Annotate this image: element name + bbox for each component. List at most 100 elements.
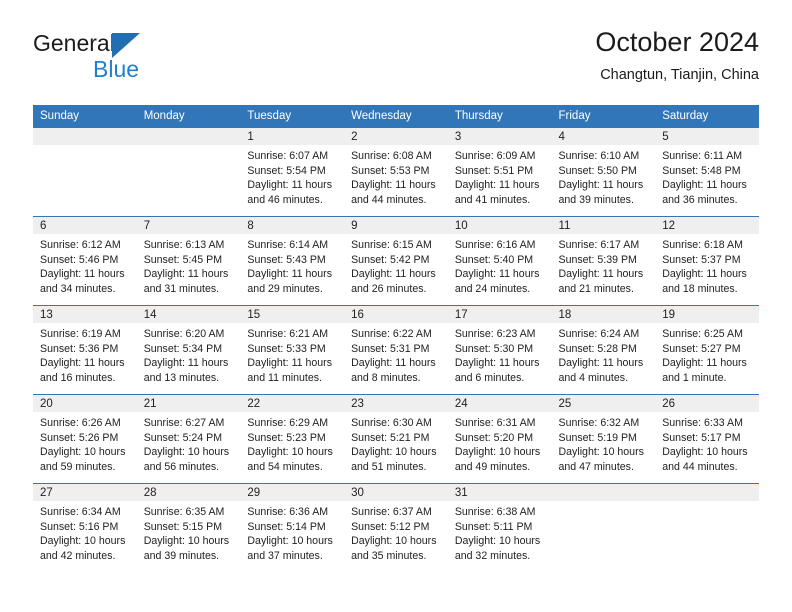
day-number: 29 xyxy=(240,484,345,501)
weekday-header-saturday: Saturday xyxy=(655,105,759,128)
calendar-day-cell[interactable]: 8 Sunrise: 6:14 AM Sunset: 5:43 PM Daylight… xyxy=(240,216,345,306)
sunset-text: Sunset: 5:43 PM xyxy=(247,253,326,266)
calendar-day-cell[interactable]: 4 Sunrise: 6:10 AM Sunset: 5:50 PM Daylight… xyxy=(551,127,656,217)
calendar-day-cell[interactable]: 9 Sunrise: 6:15 AM Sunset: 5:42 PM Daylight… xyxy=(344,216,448,306)
daylight-text: Daylight: 11 hours and 39 minutes. xyxy=(558,179,644,206)
calendar-day-cell[interactable]: 27 Sunrise: 6:34 AM Sunset: 5:16 PM Dayligh… xyxy=(33,483,137,573)
day-details: Sunrise: 6:11 AM Sunset: 5:48 PM Daylight:… xyxy=(655,145,759,207)
daylight-text: Daylight: 10 hours and 49 minutes. xyxy=(454,446,541,473)
calendar-day-cell[interactable]: 11 Sunrise: 6:17 AM Sunset: 5:39 PM Dayligh… xyxy=(551,216,656,306)
calendar-day-cell[interactable]: 19 Sunrise: 6:25 AM Sunset: 5:27 PM Dayligh… xyxy=(655,305,759,395)
calendar-day-cell[interactable]: 22 Sunrise: 6:29 AM Sunset: 5:23 PM Dayligh… xyxy=(240,394,345,484)
daylight-text: Daylight: 10 hours and 42 minutes. xyxy=(40,535,126,562)
daylight-text: Daylight: 11 hours and 31 minutes. xyxy=(143,268,229,295)
calendar-day-cell[interactable]: 17 Sunrise: 6:23 AM Sunset: 5:30 PM Dayligh… xyxy=(447,305,552,395)
calendar-day-cell[interactable]: 28 Sunrise: 6:35 AM Sunset: 5:15 PM Dayligh… xyxy=(136,483,241,573)
day-number: 10 xyxy=(447,217,552,234)
daylight-text: Daylight: 11 hours and 18 minutes. xyxy=(662,268,747,295)
day-number: 27 xyxy=(33,484,137,501)
day-details: Sunrise: 6:25 AM Sunset: 5:27 PM Daylight:… xyxy=(655,323,759,385)
sunrise-text: Sunrise: 6:10 AM xyxy=(558,150,640,162)
day-number: 30 xyxy=(344,484,448,501)
daylight-text: Daylight: 11 hours and 21 minutes. xyxy=(558,268,644,295)
sunrise-text: Sunrise: 6:32 AM xyxy=(558,417,640,429)
weekday-header-monday: Monday xyxy=(136,105,241,128)
day-number: 11 xyxy=(551,217,656,234)
calendar-day-cell[interactable]: 10 Sunrise: 6:16 AM Sunset: 5:40 PM Dayligh… xyxy=(447,216,552,306)
sunrise-text: Sunrise: 6:08 AM xyxy=(351,150,432,162)
calendar-day-cell[interactable]: 16 Sunrise: 6:22 AM Sunset: 5:31 PM Dayligh… xyxy=(344,305,448,395)
day-number xyxy=(655,484,759,501)
day-number: 20 xyxy=(33,395,137,412)
calendar-day-cell[interactable]: 31 Sunrise: 6:38 AM Sunset: 5:11 PM Dayligh… xyxy=(447,483,552,573)
calendar-day-cell[interactable]: 24 Sunrise: 6:31 AM Sunset: 5:20 PM Dayligh… xyxy=(447,394,552,484)
sunset-text: Sunset: 5:19 PM xyxy=(558,431,637,444)
sunrise-text: Sunrise: 6:33 AM xyxy=(662,417,743,429)
sunset-text: Sunset: 5:40 PM xyxy=(454,253,534,266)
day-details: Sunrise: 6:07 AM Sunset: 5:54 PM Daylight:… xyxy=(240,145,344,207)
day-details: Sunrise: 6:20 AM Sunset: 5:34 PM Daylight:… xyxy=(137,323,241,385)
day-details: Sunrise: 6:24 AM Sunset: 5:28 PM Daylight:… xyxy=(552,323,656,385)
calendar-day-cell[interactable]: 21 Sunrise: 6:27 AM Sunset: 5:24 PM Dayligh… xyxy=(136,394,241,484)
sunrise-text: Sunrise: 6:12 AM xyxy=(40,239,121,251)
calendar-day-cell-empty xyxy=(136,127,241,217)
sunset-text: Sunset: 5:30 PM xyxy=(454,342,534,355)
calendar-day-cell[interactable]: 5 Sunrise: 6:11 AM Sunset: 5:48 PM Daylight… xyxy=(655,127,759,217)
sunrise-text: Sunrise: 6:22 AM xyxy=(351,328,432,340)
day-details: Sunrise: 6:33 AM Sunset: 5:17 PM Daylight:… xyxy=(655,412,759,474)
daylight-text: Daylight: 11 hours and 29 minutes. xyxy=(247,268,333,295)
day-number: 14 xyxy=(136,306,241,323)
calendar-day-cell[interactable]: 7 Sunrise: 6:13 AM Sunset: 5:45 PM Daylight… xyxy=(136,216,241,306)
day-details: Sunrise: 6:15 AM Sunset: 5:42 PM Daylight:… xyxy=(344,234,448,296)
day-number: 19 xyxy=(655,306,759,323)
calendar-day-cell-empty xyxy=(655,483,759,573)
calendar-day-cell[interactable]: 6 Sunrise: 6:12 AM Sunset: 5:46 PM Daylight… xyxy=(33,216,137,306)
sunset-text: Sunset: 5:24 PM xyxy=(143,431,223,444)
daylight-text: Daylight: 10 hours and 32 minutes. xyxy=(454,535,541,562)
sunrise-text: Sunrise: 6:14 AM xyxy=(247,239,329,251)
day-number: 23 xyxy=(344,395,448,412)
weekday-header-thursday: Thursday xyxy=(447,105,552,128)
sunset-text: Sunset: 5:53 PM xyxy=(351,164,430,177)
calendar-day-cell[interactable]: 29 Sunrise: 6:36 AM Sunset: 5:14 PM Dayligh… xyxy=(240,483,345,573)
calendar-day-cell[interactable]: 20 Sunrise: 6:26 AM Sunset: 5:26 PM Dayligh… xyxy=(33,394,137,484)
day-details: Sunrise: 6:35 AM Sunset: 5:15 PM Daylight:… xyxy=(137,501,241,563)
sunset-text: Sunset: 5:16 PM xyxy=(40,520,119,533)
calendar-day-cell[interactable]: 2 Sunrise: 6:08 AM Sunset: 5:53 PM Daylight… xyxy=(344,127,448,217)
day-details: Sunrise: 6:32 AM Sunset: 5:19 PM Daylight:… xyxy=(552,412,656,474)
daylight-text: Daylight: 11 hours and 36 minutes. xyxy=(662,179,747,206)
sunset-text: Sunset: 5:34 PM xyxy=(143,342,223,355)
calendar-day-cell[interactable]: 13 Sunrise: 6:19 AM Sunset: 5:36 PM Dayligh… xyxy=(33,305,137,395)
calendar-week-row: 6 Sunrise: 6:12 AM Sunset: 5:46 PM Daylight… xyxy=(33,216,759,306)
daylight-text: Daylight: 11 hours and 13 minutes. xyxy=(143,357,229,384)
sunrise-text: Sunrise: 6:19 AM xyxy=(40,328,121,340)
daylight-text: Daylight: 10 hours and 47 minutes. xyxy=(558,446,644,473)
sunset-text: Sunset: 5:48 PM xyxy=(662,164,741,177)
calendar-day-cell[interactable]: 25 Sunrise: 6:32 AM Sunset: 5:19 PM Dayligh… xyxy=(551,394,656,484)
day-details: Sunrise: 6:27 AM Sunset: 5:24 PM Daylight:… xyxy=(137,412,241,474)
day-details: Sunrise: 6:30 AM Sunset: 5:21 PM Daylight:… xyxy=(344,412,448,474)
calendar-day-cell[interactable]: 15 Sunrise: 6:21 AM Sunset: 5:33 PM Dayligh… xyxy=(240,305,345,395)
day-details: Sunrise: 6:36 AM Sunset: 5:14 PM Daylight:… xyxy=(240,501,344,563)
calendar-day-cell[interactable]: 3 Sunrise: 6:09 AM Sunset: 5:51 PM Daylight… xyxy=(447,127,552,217)
day-number: 7 xyxy=(136,217,241,234)
sunrise-text: Sunrise: 6:27 AM xyxy=(143,417,225,429)
calendar-day-cell[interactable]: 30 Sunrise: 6:37 AM Sunset: 5:12 PM Dayligh… xyxy=(344,483,448,573)
daylight-text: Daylight: 11 hours and 11 minutes. xyxy=(247,357,333,384)
sunset-text: Sunset: 5:50 PM xyxy=(558,164,637,177)
sunset-text: Sunset: 5:45 PM xyxy=(143,253,223,266)
sunrise-text: Sunrise: 6:13 AM xyxy=(143,239,225,251)
calendar-day-cell[interactable]: 12 Sunrise: 6:18 AM Sunset: 5:37 PM Dayligh… xyxy=(655,216,759,306)
general-blue-logo[interactable]: General Blue xyxy=(33,30,243,92)
calendar-day-cell[interactable]: 23 Sunrise: 6:30 AM Sunset: 5:21 PM Dayligh… xyxy=(344,394,448,484)
calendar-day-cell[interactable]: 26 Sunrise: 6:33 AM Sunset: 5:17 PM Dayligh… xyxy=(655,394,759,484)
calendar-day-cell[interactable]: 14 Sunrise: 6:20 AM Sunset: 5:34 PM Dayligh… xyxy=(136,305,241,395)
day-details: Sunrise: 6:29 AM Sunset: 5:23 PM Daylight:… xyxy=(240,412,344,474)
sunset-text: Sunset: 5:39 PM xyxy=(558,253,637,266)
sunset-text: Sunset: 5:26 PM xyxy=(40,431,119,444)
calendar-day-cell[interactable]: 1 Sunrise: 6:07 AM Sunset: 5:54 PM Daylight… xyxy=(240,127,345,217)
sunrise-text: Sunrise: 6:18 AM xyxy=(662,239,743,251)
calendar-day-cell[interactable]: 18 Sunrise: 6:24 AM Sunset: 5:28 PM Dayligh… xyxy=(551,305,656,395)
sunset-text: Sunset: 5:20 PM xyxy=(454,431,534,444)
day-number: 8 xyxy=(240,217,345,234)
